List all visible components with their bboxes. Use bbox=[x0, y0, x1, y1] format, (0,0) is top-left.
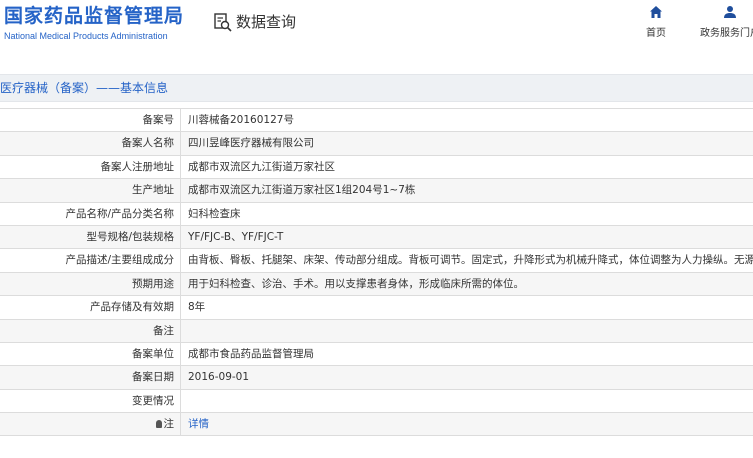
nav-government-services-label: 政务服务门户 bbox=[700, 28, 753, 39]
table-row: 预期用途 用于妇科检查、诊治、手术。用以支撑患者身体，形成临床所需的体位。 bbox=[0, 272, 753, 297]
field-value: 成都市食品药品监督管理局 bbox=[188, 347, 314, 360]
table-row: 备注 bbox=[0, 319, 753, 343]
section-title-bar: 医疗器械（备案）——基本信息 bbox=[0, 74, 753, 102]
field-value: 2016-09-01 bbox=[188, 371, 250, 384]
field-value: 由背板、臀板、托腿架、床架、传动部分组成。背板可调节。固定式，升降形式为机械升降… bbox=[188, 254, 753, 267]
table-row: 变更情况 bbox=[0, 389, 753, 414]
field-value: 用于妇科检查、诊治、手术。用以支撑患者身体，形成临床所需的体位。 bbox=[188, 277, 524, 290]
site-header: 国家药品监督管理局 National Medical Products Admi… bbox=[0, 0, 753, 62]
note-label: 注 bbox=[163, 418, 175, 431]
field-label: 备案人名称 bbox=[0, 132, 181, 155]
field-label: 备案人注册地址 bbox=[0, 155, 181, 179]
field-value: 川蓉械备20160127号 bbox=[188, 114, 294, 126]
field-value: 妇科检查床 bbox=[188, 207, 241, 220]
nav-home-label: 首页 bbox=[646, 28, 666, 39]
table-row: 生产地址 成都市双流区九江街道万家社区1组204号1~7栋 bbox=[0, 179, 753, 203]
logo-chinese-name: 国家药品监督管理局 bbox=[4, 5, 185, 27]
nav-home[interactable]: 首页 bbox=[646, 5, 666, 39]
data-query-label: 数据查询 bbox=[236, 13, 297, 31]
field-label: 预期用途 bbox=[0, 272, 181, 296]
site-logo[interactable]: 国家药品监督管理局 National Medical Products Admi… bbox=[4, 4, 184, 42]
field-value: YF/FJC-B、YF/FJC-T bbox=[188, 230, 284, 243]
lightbulb-icon bbox=[155, 420, 162, 429]
user-icon bbox=[724, 6, 736, 18]
field-label: 备案号 bbox=[0, 109, 181, 132]
field-label: 产品名称/产品分类名称 bbox=[0, 202, 181, 225]
home-icon bbox=[650, 6, 662, 18]
field-label: 备案单位 bbox=[0, 342, 181, 366]
table-row: 备案号 川蓉械备20160127号 bbox=[0, 109, 753, 133]
field-label: 产品存储及有效期 bbox=[0, 296, 181, 319]
nav-government-services[interactable]: 政务服务门户 bbox=[700, 5, 753, 39]
table-row: 备案日期 2016-09-01 bbox=[0, 366, 753, 390]
field-label: 生产地址 bbox=[0, 179, 181, 202]
note-label-wrap: 注 bbox=[0, 413, 174, 435]
table-row: 产品存储及有效期 8年 bbox=[0, 296, 753, 320]
field-label: 备案日期 bbox=[0, 366, 181, 389]
note-label-cell: 注 bbox=[0, 413, 181, 436]
table-row: 备案单位 成都市食品药品监督管理局 bbox=[0, 342, 753, 367]
table-row: 产品描述/主要组成成分 由背板、臀板、托腿架、床架、传动部分组成。背板可调节。固… bbox=[0, 249, 753, 273]
field-value: 四川昱峰医疗器械有限公司 bbox=[188, 137, 314, 150]
document-search-icon bbox=[213, 12, 233, 32]
logo-english-name: National Medical Products Administration bbox=[4, 31, 168, 41]
table-row: 型号规格/包装规格 YF/FJC-B、YF/FJC-T bbox=[0, 225, 753, 250]
field-value: 成都市双流区九江街道万家社区1组204号1~7栋 bbox=[188, 184, 416, 197]
field-label: 产品描述/主要组成成分 bbox=[0, 249, 181, 272]
table-row: 注 详情 bbox=[0, 413, 753, 437]
field-label: 备注 bbox=[0, 319, 181, 342]
table-row: 产品名称/产品分类名称 妇科检查床 bbox=[0, 202, 753, 226]
data-query-heading: 数据查询 bbox=[213, 12, 296, 32]
field-label: 型号规格/包装规格 bbox=[0, 225, 181, 249]
field-label: 变更情况 bbox=[0, 389, 181, 413]
field-value bbox=[181, 390, 753, 412]
section-title: 医疗器械（备案）——基本信息 bbox=[0, 81, 169, 95]
record-detail-table: 备案号 川蓉械备20160127号 备案人名称 四川昱峰医疗器械有限公司 备案人… bbox=[0, 108, 753, 437]
field-value bbox=[181, 320, 753, 342]
field-value: 成都市双流区九江街道万家社区 bbox=[188, 160, 335, 173]
table-row: 备案人注册地址 成都市双流区九江街道万家社区 bbox=[0, 155, 753, 180]
table-row: 备案人名称 四川昱峰医疗器械有限公司 bbox=[0, 132, 753, 156]
field-value: 8年 bbox=[188, 301, 206, 314]
details-link[interactable]: 详情 bbox=[181, 413, 753, 435]
